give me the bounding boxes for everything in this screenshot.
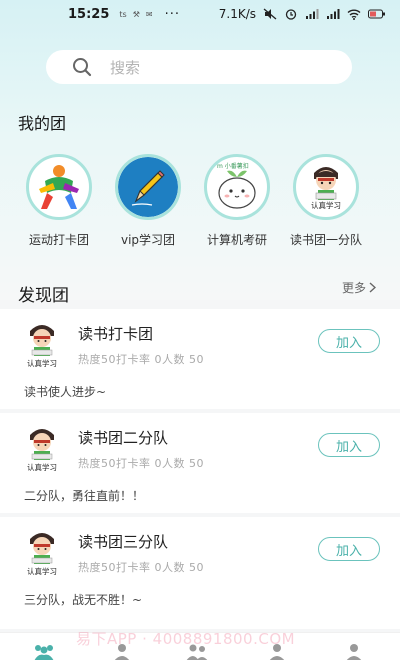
status-notification-icon: ts bbox=[119, 9, 127, 19]
avatar-caption: 认真学习 bbox=[27, 462, 57, 472]
alarm-icon bbox=[285, 9, 297, 20]
group-label: 计算机考研 bbox=[206, 233, 267, 247]
wifi-icon bbox=[347, 9, 361, 20]
discover-title: 发现团 bbox=[18, 286, 69, 306]
battery-icon bbox=[368, 9, 385, 19]
nav-user-icon[interactable] bbox=[342, 643, 366, 660]
network-speed: 7.1K/s bbox=[218, 7, 256, 21]
group-avatar[interactable] bbox=[115, 154, 181, 220]
status-app-icon: ⚒ bbox=[132, 9, 140, 19]
signal-icon bbox=[306, 9, 319, 19]
group-stats: 热度50打卡率 0人数 50 bbox=[78, 353, 204, 366]
search-icon bbox=[73, 58, 92, 77]
watermark: 易下APP · 4008891800.COM bbox=[76, 630, 296, 648]
status-message-icon: ✉ bbox=[145, 9, 153, 19]
group-stats: 热度50打卡率 0人数 50 bbox=[78, 561, 204, 574]
my-group-vip[interactable]: vip学习团 bbox=[98, 154, 198, 248]
pencil-icon bbox=[118, 157, 178, 217]
group-label: 读书团一分队 bbox=[289, 233, 362, 247]
avatar-caption: 认真学习 bbox=[311, 200, 341, 210]
status-bar: 15:25 ts ⚒ ✉ ··· 7.1K/s bbox=[0, 0, 400, 28]
group-avatar[interactable]: 认真学习 bbox=[293, 154, 359, 220]
group-description: 读书使人进步~ bbox=[24, 385, 107, 399]
student-cartoon-icon: 认真学习 bbox=[311, 167, 341, 210]
group-card[interactable]: 认真学习 读书团三分队 热度50打卡率 0人数 50 加入 三分队，战无不胜！~ bbox=[0, 517, 400, 629]
search-placeholder[interactable]: 搜索 bbox=[110, 57, 140, 78]
group-avatar[interactable] bbox=[26, 154, 92, 220]
group-name: 读书打卡团 bbox=[78, 325, 154, 343]
group-stats: 热度50打卡率 0人数 50 bbox=[78, 457, 204, 470]
group-label: vip学习团 bbox=[120, 233, 176, 247]
nav-group-icon[interactable] bbox=[32, 643, 56, 660]
sprout-mascot-icon: m 小番薯扣 bbox=[217, 162, 256, 209]
more-link[interactable]: 更多 bbox=[342, 279, 377, 296]
group-card[interactable]: 认真学习 读书打卡团 热度50打卡率 0人数 50 加入 读书使人进步~ bbox=[0, 309, 400, 409]
search-bar[interactable]: 搜索 bbox=[46, 50, 352, 84]
group-name: 读书团三分队 bbox=[78, 533, 169, 551]
mascot-caption: m 小番薯扣 bbox=[217, 162, 249, 170]
mute-icon bbox=[263, 8, 277, 20]
student-cartoon-icon: 认真学习 bbox=[27, 325, 57, 368]
join-button[interactable]: 加入 bbox=[318, 433, 380, 457]
chevron-right-icon bbox=[369, 282, 377, 293]
student-cartoon-icon: 认真学习 bbox=[27, 533, 57, 576]
group-description: 三分队，战无不胜！~ bbox=[24, 593, 143, 607]
my-group-cs[interactable]: m 小番薯扣 计算机考研 bbox=[187, 154, 287, 248]
student-cartoon-icon: 认真学习 bbox=[27, 429, 57, 472]
more-label[interactable]: 更多 bbox=[342, 279, 366, 296]
group-label: 运动打卡团 bbox=[28, 233, 89, 247]
signal-hd-icon bbox=[327, 9, 340, 19]
join-button[interactable]: 加入 bbox=[318, 537, 380, 561]
header-background bbox=[0, 0, 400, 300]
group-name: 读书团二分队 bbox=[78, 429, 169, 447]
group-avatar[interactable]: m 小番薯扣 bbox=[204, 154, 270, 220]
my-group-sports[interactable]: 运动打卡团 bbox=[9, 154, 109, 248]
my-group-reading-1[interactable]: 认真学习 读书团一分队 bbox=[276, 154, 376, 248]
avatar-caption: 认真学习 bbox=[27, 358, 57, 368]
group-description: 二分队，勇往直前！！ bbox=[24, 489, 145, 503]
avatar-caption: 认真学习 bbox=[27, 566, 57, 576]
join-button[interactable]: 加入 bbox=[318, 329, 380, 353]
status-time: 15:25 bbox=[68, 6, 110, 22]
my-groups-title: 我的团 bbox=[18, 114, 67, 133]
sports-figure-icon bbox=[39, 165, 79, 209]
status-more-dots: ··· bbox=[164, 6, 180, 22]
group-card[interactable]: 认真学习 读书团二分队 热度50打卡率 0人数 50 加入 二分队，勇往直前！！ bbox=[0, 413, 400, 513]
